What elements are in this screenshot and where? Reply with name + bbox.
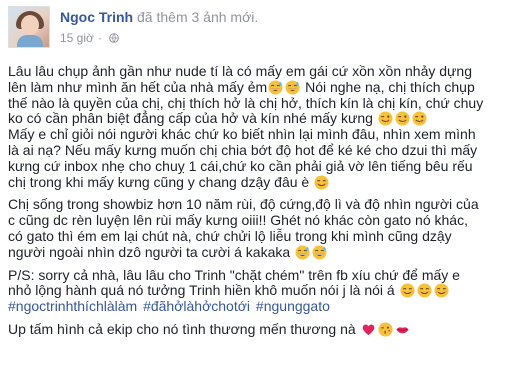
post-body: Lâu lâu chụp ảnh gần như nude tí là có m…	[8, 63, 505, 345]
smiling-face-emoji	[434, 283, 449, 298]
hashtags: #ngoctrinhthíchlàlàm #đãhởlàhởchotới #ng…	[8, 298, 505, 315]
grinning-sweat-emoji	[285, 80, 300, 95]
text-line: Up tấm hình cả ekip cho nó tình thương m…	[8, 321, 505, 338]
text-line: Lâu lâu chụp ảnh gần như nude tí là có m…	[8, 63, 472, 79]
text-line: nhỏ lộng hành quá nó tưởng Trinh hiền kh…	[8, 282, 505, 299]
winking-tongue-emoji	[412, 111, 427, 126]
paragraph-1: Lâu lâu chụp ảnh gần như nude tí là có m…	[8, 63, 505, 191]
text-line: Chị sống trong showbiz hơn 10 năm rùi, đ…	[8, 196, 479, 213]
avatar[interactable]	[8, 6, 50, 48]
smiling-face-emoji	[417, 283, 432, 298]
globe-icon[interactable]	[109, 33, 119, 43]
post-action: đã thêm 3 ảnh mới.	[137, 9, 259, 25]
hashtag-link[interactable]: #ngunggato	[256, 298, 330, 314]
face-blowing-kiss-emoji	[378, 322, 393, 337]
smiling-face-emoji	[400, 283, 415, 298]
grinning-sweat-emoji	[312, 245, 327, 260]
text-line: có gato thì ém em lại chút nà, chứ chửi …	[8, 227, 452, 244]
text-line: người ngoài nhìn dzô người ta cười á kak…	[8, 244, 505, 261]
text-line: P/S: sorry cả nhà, lâu lâu cho Trinh "ch…	[8, 266, 460, 283]
text-line: kưng cứ inbox nhẹ cho chuỵ 1 cái,chứ ko …	[8, 157, 473, 174]
paragraph-4: Up tấm hình cả ekip cho nó tình thương m…	[8, 321, 505, 338]
text-line: Mấy e chỉ giỏi nói người khác chứ ko biế…	[8, 126, 476, 143]
grinning-sweat-emoji	[295, 245, 310, 260]
paragraph-2: Chị sống trong showbiz hơn 10 năm rùi, đ…	[8, 197, 505, 260]
meta-separator: ·	[97, 31, 102, 45]
hashtag-link[interactable]: #đãhởlàhởchotới	[143, 298, 250, 314]
text-line: c cũng dc rèn luyện lên rùi mấy kưng oii…	[8, 212, 468, 229]
text-line: là ai nạ? Nếu mấy kưng muốn chị chia bớt…	[8, 141, 478, 158]
post-header: Ngoc Trinh đã thêm 3 ảnh mới. 15 giờ ·	[8, 6, 505, 50]
red-heart-emoji	[361, 322, 376, 337]
winking-tongue-emoji	[378, 111, 393, 126]
lips-emoji	[395, 322, 410, 337]
smiling-face-emoji	[314, 175, 329, 190]
text-line: chị trong khi mấy kưng cũng y chang dzậy…	[8, 174, 505, 191]
grinning-sweat-emoji	[268, 80, 283, 95]
paragraph-3: P/S: sorry cả nhà, lâu lâu cho Trinh "ch…	[8, 266, 505, 315]
winking-tongue-emoji	[395, 111, 410, 126]
post-meta: 15 giờ ·	[60, 30, 119, 46]
author-line: Ngoc Trinh đã thêm 3 ảnh mới.	[60, 8, 258, 26]
author-name[interactable]: Ngoc Trinh	[60, 9, 133, 25]
text-line: ko có cần phân biệt đẳng cấp của hở và k…	[8, 110, 505, 127]
text-line: lên làm như mình ăn hết của nhà mấy ẻm N…	[8, 78, 475, 95]
post-timestamp[interactable]: 15 giờ	[60, 30, 94, 46]
hashtag-link[interactable]: #ngoctrinhthíchlàlàm	[8, 298, 137, 314]
